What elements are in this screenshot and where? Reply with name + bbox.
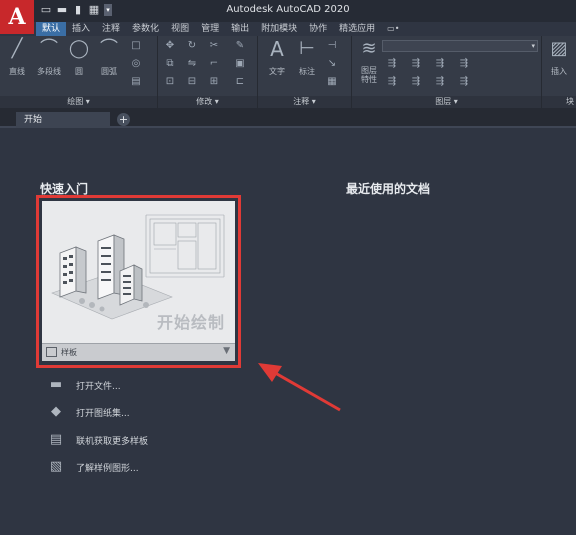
arc-icon: ⌒ — [100, 38, 118, 59]
rotate-icon[interactable]: ↻ — [186, 40, 198, 52]
tab-addins[interactable]: 附加模块 — [255, 22, 303, 36]
template-icon — [46, 347, 57, 357]
open-sheet-set-link[interactable]: ◆ 打开图纸集... — [46, 403, 130, 421]
layer-freeze-icon[interactable]: ⇶ — [434, 58, 446, 70]
sample-drawings-icon: ▧ — [49, 459, 63, 474]
arc-tool[interactable]: ⌒ 圆弧 — [94, 38, 124, 77]
template-dropdown-icon[interactable]: ▼ — [223, 346, 230, 356]
layer-stack-icon: ≋ — [361, 38, 377, 59]
erase-icon[interactable]: ✎ — [234, 40, 246, 52]
line-icon: ╱ — [11, 38, 23, 59]
modify-panel: ✥ ↻ ✂ ✎ ⧉ ⇋ ⌐ ▣ ⊡ ⊟ ⊞ ⊏ 修改 ▾ — [158, 36, 258, 108]
text-icon: A — [270, 37, 284, 61]
line-tool[interactable]: ╱ 直线 — [2, 38, 32, 77]
online-templates-icon: ▤ — [49, 432, 63, 447]
layer-dropdown[interactable]: ▾ — [382, 40, 538, 52]
array-icon[interactable]: ⊞ — [208, 76, 220, 88]
tab-featured-apps[interactable]: 精选应用 — [333, 22, 381, 36]
online-templates-link[interactable]: ▤ 联机获取更多样板 — [46, 431, 148, 449]
explode-icon[interactable]: ▣ — [234, 58, 246, 70]
insert-block-icon: ▨ — [550, 38, 568, 59]
hatch-icon[interactable]: ◎ — [130, 58, 142, 70]
layers-panel: ≋ 图层 特性 ▾ ⇶ ⇶ ⇶ ⇶ ⇶ ⇶ ⇶ ⇶ 图层 ▾ — [352, 36, 542, 108]
sheet-set-icon: ◆ — [51, 404, 61, 419]
template-selector[interactable]: 样板 ▼ — [42, 343, 235, 361]
draw-panel-label[interactable]: 绘图 ▾ — [0, 96, 157, 108]
modify-panel-label[interactable]: 修改 ▾ — [158, 96, 257, 108]
insert-block-tool[interactable]: ▨ 插入 — [544, 38, 574, 77]
polyline-icon: ⌒ — [40, 38, 58, 59]
tab-parametric[interactable]: 参数化 — [126, 22, 165, 36]
block-panel-label[interactable]: 块 — [542, 96, 576, 108]
tab-insert[interactable]: 插入 — [66, 22, 96, 36]
mirror-icon[interactable]: ⇋ — [186, 58, 198, 70]
open-folder-icon: ▬ — [49, 377, 63, 392]
rectangle-icon[interactable]: □ — [130, 40, 142, 52]
ribbon-options-icon[interactable]: ▭• — [381, 22, 405, 36]
block-panel: ▨ 插入 块 — [542, 36, 576, 108]
leader-icon[interactable]: ↘ — [326, 58, 338, 70]
template-label: 样板 — [61, 348, 77, 357]
layer-previous-icon[interactable]: ⇶ — [434, 76, 446, 88]
start-drawing-label: 开始绘制 — [156, 313, 225, 332]
draw-panel: ╱ 直线 ⌒ 多段线 ◯ 圆 ⌒ 圆弧 □ ◎ ▤ 绘图 ▾ — [0, 36, 158, 108]
document-tab-bar: 开始 + — [0, 108, 576, 128]
text-tool[interactable]: A 文字 — [262, 38, 292, 77]
circle-icon: ◯ — [68, 38, 90, 59]
ribbon: ╱ 直线 ⌒ 多段线 ◯ 圆 ⌒ 圆弧 □ ◎ ▤ 绘图 ▾ ✥ ↻ ✂ ✎ ⧉… — [0, 36, 576, 108]
new-tab-button[interactable]: + — [117, 113, 130, 126]
tab-output[interactable]: 输出 — [225, 22, 255, 36]
title-bar: ▭ ▬ ▮ ▦ ▾ Autodesk AutoCAD 2020 — [0, 0, 576, 22]
layer-make-current-icon[interactable]: ⇶ — [386, 76, 398, 88]
start-drawing-thumbnail[interactable]: 开始绘制 — [42, 201, 235, 343]
stretch-icon[interactable]: ⊡ — [164, 76, 176, 88]
tab-manage[interactable]: 管理 — [195, 22, 225, 36]
start-drawing-card[interactable]: 开始绘制 样板 ▼ — [36, 195, 241, 368]
tab-default[interactable]: 默认 — [36, 22, 67, 36]
tab-view[interactable]: 视图 — [165, 22, 195, 36]
layer-properties-tool[interactable]: ≋ 图层 特性 — [354, 38, 384, 84]
dimension-tool[interactable]: ⊢ 标注 — [292, 38, 322, 77]
tab-collaborate[interactable]: 协作 — [303, 22, 333, 36]
circle-tool[interactable]: ◯ 圆 — [64, 38, 94, 77]
ribbon-tab-bar: 默认 插入 注释 参数化 视图 管理 输出 附加模块 协作 精选应用 ▭• — [36, 22, 405, 36]
annotation-panel-label[interactable]: 注释 ▾ — [258, 96, 351, 108]
layer-isolate-icon[interactable]: ⇶ — [410, 58, 422, 70]
dimension-icon: ⊢ — [299, 38, 315, 59]
tab-start[interactable]: 开始 — [16, 112, 110, 128]
polyline-tool[interactable]: ⌒ 多段线 — [34, 38, 64, 77]
linear-dim-icon[interactable]: ⊣ — [326, 40, 338, 52]
copy-icon[interactable]: ⧉ — [164, 58, 176, 70]
app-menu-button[interactable]: A — [0, 0, 34, 34]
layer-dropdown-caret-icon: ▾ — [531, 42, 535, 50]
table-icon[interactable]: ▤ — [130, 76, 142, 88]
fillet-icon[interactable]: ⌐ — [208, 58, 220, 70]
trim-icon[interactable]: ✂ — [208, 40, 220, 52]
window-title: Autodesk AutoCAD 2020 — [226, 4, 350, 15]
offset-icon[interactable]: ⊏ — [234, 76, 246, 88]
move-icon[interactable]: ✥ — [164, 40, 176, 52]
scale-icon[interactable]: ⊟ — [186, 76, 198, 88]
recent-documents-heading: 最近使用的文档 — [346, 182, 431, 196]
annotation-table-icon[interactable]: ▦ — [326, 76, 338, 88]
tab-annotate[interactable]: 注释 — [96, 22, 126, 36]
open-files-link[interactable]: ▬ 打开文件... — [46, 376, 121, 394]
layer-lock-icon[interactable]: ⇶ — [458, 58, 470, 70]
layer-match-icon[interactable]: ⇶ — [410, 76, 422, 88]
annotation-panel: A 文字 ⊢ 标注 ⊣ ↘ ▦ 注释 ▾ — [258, 36, 352, 108]
layers-panel-label[interactable]: 图层 ▾ — [352, 96, 541, 108]
layer-off-icon[interactable]: ⇶ — [386, 58, 398, 70]
sample-drawings-link[interactable]: ▧ 了解样例图形... — [46, 458, 139, 476]
layer-unisolate-icon[interactable]: ⇶ — [458, 76, 470, 88]
